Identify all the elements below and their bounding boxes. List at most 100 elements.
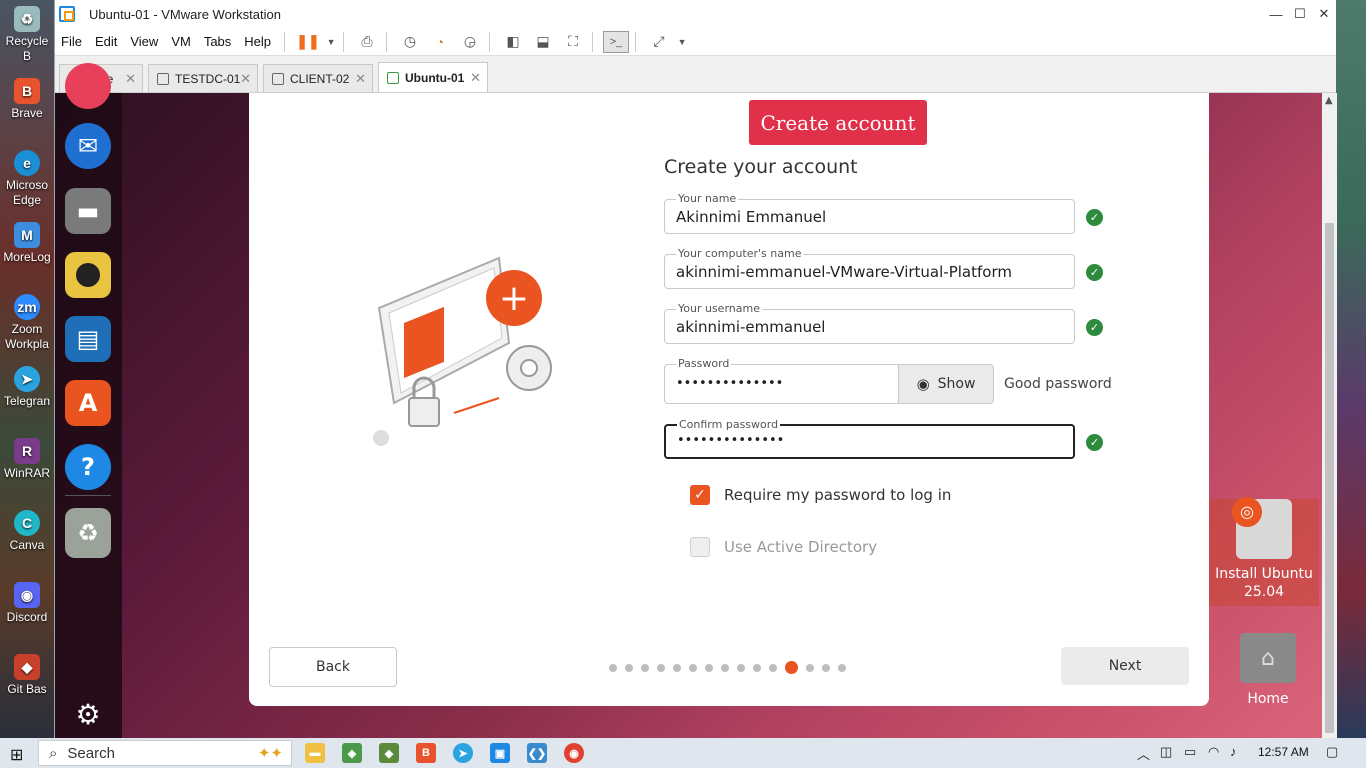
libreoffice-writer-icon[interactable]: ▤	[65, 316, 111, 362]
form-title: Create your account	[664, 156, 858, 178]
password-field[interactable]: Password ••••••••••••••	[664, 358, 898, 404]
wifi-icon[interactable]: ◠	[1208, 744, 1219, 760]
progress-dot	[822, 663, 830, 672]
guest-screen[interactable]: ✉ ▬ ▤ A ? ♻ ⚙ Create account + Create yo…	[55, 63, 1322, 738]
confirm-password-field[interactable]: Confirm password ••••••••••••••	[664, 419, 1075, 459]
close-tab-icon[interactable]: ✕	[240, 71, 251, 87]
menu-vm[interactable]: VM	[165, 34, 198, 49]
help-icon[interactable]: ?	[65, 444, 111, 490]
progress-dot	[673, 663, 681, 672]
show-password-button[interactable]: ◉ Show	[898, 364, 994, 404]
vertical-scrollbar[interactable]: ▲	[1322, 93, 1337, 738]
close-window-button[interactable]: ✕	[1311, 0, 1337, 28]
git-icon[interactable]: ◆	[379, 743, 399, 763]
computer-name-field[interactable]: Your computer's name akinnimi-emmanuel-V…	[664, 248, 1075, 289]
desktop-icon-brave[interactable]: B Brave	[0, 78, 54, 121]
canva-icon: C	[14, 510, 40, 536]
install-ubuntu-desktop-icon[interactable]: ◎ Install Ubuntu 25.04	[1209, 497, 1319, 606]
chevron-down-icon[interactable]: ▼	[676, 31, 688, 53]
close-tab-icon[interactable]: ✕	[470, 70, 481, 86]
scrollbar-thumb[interactable]	[1325, 223, 1334, 733]
desktop-icon-git-bash[interactable]: ◆ Git Bas	[0, 654, 54, 697]
send-ctrl-alt-del-icon[interactable]: ⎙	[354, 31, 380, 53]
username-valid-check-icon: ✓	[1086, 319, 1103, 336]
fit-guest-icon[interactable]: ⛶	[560, 31, 586, 53]
close-tab-icon[interactable]: ✕	[125, 71, 136, 87]
desktop-icon-edge[interactable]: e Microso Edge	[0, 150, 54, 208]
tab-testdc-01[interactable]: TESTDC-01 ✕	[148, 64, 258, 92]
revert-snapshot-icon[interactable]: ◔	[427, 31, 453, 53]
show-apps-icon[interactable]: ⚙	[65, 691, 111, 737]
menu-help[interactable]: Help	[238, 34, 278, 49]
vm-icon	[157, 72, 169, 85]
chrome-taskbar-icon[interactable]: ◉	[564, 743, 584, 763]
dock-app-partial[interactable]	[65, 63, 111, 109]
tab-bar: ⌂Home✕ TESTDC-01✕ CLIENT-02✕ Ubuntu-01✕	[55, 56, 1336, 93]
files-icon[interactable]: ▬	[65, 188, 111, 234]
vmware-window: Ubuntu-01 - VMware Workstation — ☐ ✕ Fil…	[54, 0, 1337, 738]
close-tab-icon[interactable]: ✕	[355, 71, 366, 87]
dock-divider	[65, 495, 111, 496]
scroll-up-icon[interactable]: ▲	[1325, 95, 1333, 106]
username-field[interactable]: Your username akinnimi-emmanuel	[664, 303, 1075, 344]
volume-icon[interactable]: ♪	[1230, 744, 1237, 759]
thunderbird-icon[interactable]: ✉	[65, 123, 111, 169]
brave-taskbar-icon[interactable]: B	[416, 743, 436, 763]
recycle-bin-icon: ♻	[14, 6, 40, 32]
vm-icon	[272, 72, 284, 85]
snapshot-manager-icon[interactable]: ◶	[457, 31, 483, 53]
brave-icon: B	[14, 78, 40, 104]
snapshot-icon[interactable]: ◷	[397, 31, 423, 53]
rhythmbox-icon[interactable]	[65, 252, 111, 298]
telegram-taskbar-icon[interactable]: ➤	[453, 743, 473, 763]
full-screen-icon[interactable]: ⤢	[646, 31, 672, 53]
app-center-icon[interactable]: A	[65, 380, 111, 426]
file-explorer-icon[interactable]: ▬	[305, 743, 325, 763]
desktop-icon-recycle-bin[interactable]: ♻ Recycle B	[0, 6, 54, 64]
maximize-button[interactable]: ☐	[1287, 0, 1313, 28]
toolbar-divider	[343, 31, 345, 52]
progress-dot	[657, 663, 665, 672]
windows-start-icon[interactable]: ⊞	[10, 745, 23, 765]
library-view-icon[interactable]: ◧	[500, 31, 526, 53]
your-name-field[interactable]: Your name Akinnimi Emmanuel	[664, 193, 1075, 234]
require-password-label: Require my password to log in	[724, 486, 952, 504]
menu-view[interactable]: View	[124, 34, 165, 49]
toolbar-divider	[592, 31, 594, 52]
home-folder-desktop-icon[interactable]: ⌂ Home	[1235, 633, 1301, 707]
vm-running-icon	[387, 71, 399, 84]
back-button[interactable]: Back	[269, 647, 397, 687]
taskbar-search[interactable]: ⌕ Search ✦✦	[38, 740, 292, 766]
require-password-checkbox[interactable]: ✓	[690, 485, 710, 505]
pause-icon[interactable]: ❚❚	[295, 31, 321, 53]
notifications-icon[interactable]: ▢	[1326, 744, 1338, 760]
menu-edit[interactable]: Edit	[89, 34, 124, 49]
minimize-button[interactable]: —	[1263, 0, 1289, 28]
menu-file[interactable]: File	[55, 34, 89, 49]
tab-client-02[interactable]: CLIENT-02 ✕	[263, 64, 373, 92]
tab-ubuntu-01[interactable]: Ubuntu-01 ✕	[378, 62, 488, 92]
taskbar-app-icon[interactable]: ◈	[342, 743, 362, 763]
show-hidden-icons-icon[interactable]: ︿	[1137, 744, 1150, 763]
desktop-icon-zoom[interactable]: zm Zoom Workpla	[0, 294, 54, 352]
console-view-icon[interactable]: >_	[603, 30, 630, 53]
chevron-down-icon[interactable]: ▼	[325, 31, 337, 53]
camera-icon[interactable]: ◫	[1160, 744, 1172, 760]
desktop-icon-discord[interactable]: ◉ Discord	[0, 582, 54, 625]
desktop-icon-telegram[interactable]: ➤ Telegran	[0, 366, 54, 409]
progress-dot	[625, 663, 633, 672]
vmware-taskbar-icon[interactable]: ▣	[490, 743, 510, 763]
trash-icon[interactable]: ♻	[65, 508, 111, 558]
battery-icon[interactable]: ▭	[1184, 744, 1196, 760]
desktop-icon-canva[interactable]: C Canva	[0, 510, 54, 553]
taskbar-clock[interactable]: 12:57 AM	[1258, 745, 1309, 759]
desktop-icon-morelog[interactable]: M MoreLog	[0, 222, 54, 265]
next-button[interactable]: Next	[1061, 647, 1189, 685]
desktop-icon-winrar[interactable]: R WinRAR	[0, 438, 54, 481]
menu-tabs[interactable]: Tabs	[198, 34, 238, 49]
vscode-taskbar-icon[interactable]: ❮❯	[527, 743, 547, 763]
progress-dot	[705, 663, 713, 672]
thumbnail-view-icon[interactable]: ⬓	[530, 31, 556, 53]
winrar-icon: R	[14, 438, 40, 464]
active-directory-checkbox[interactable]	[690, 537, 710, 557]
